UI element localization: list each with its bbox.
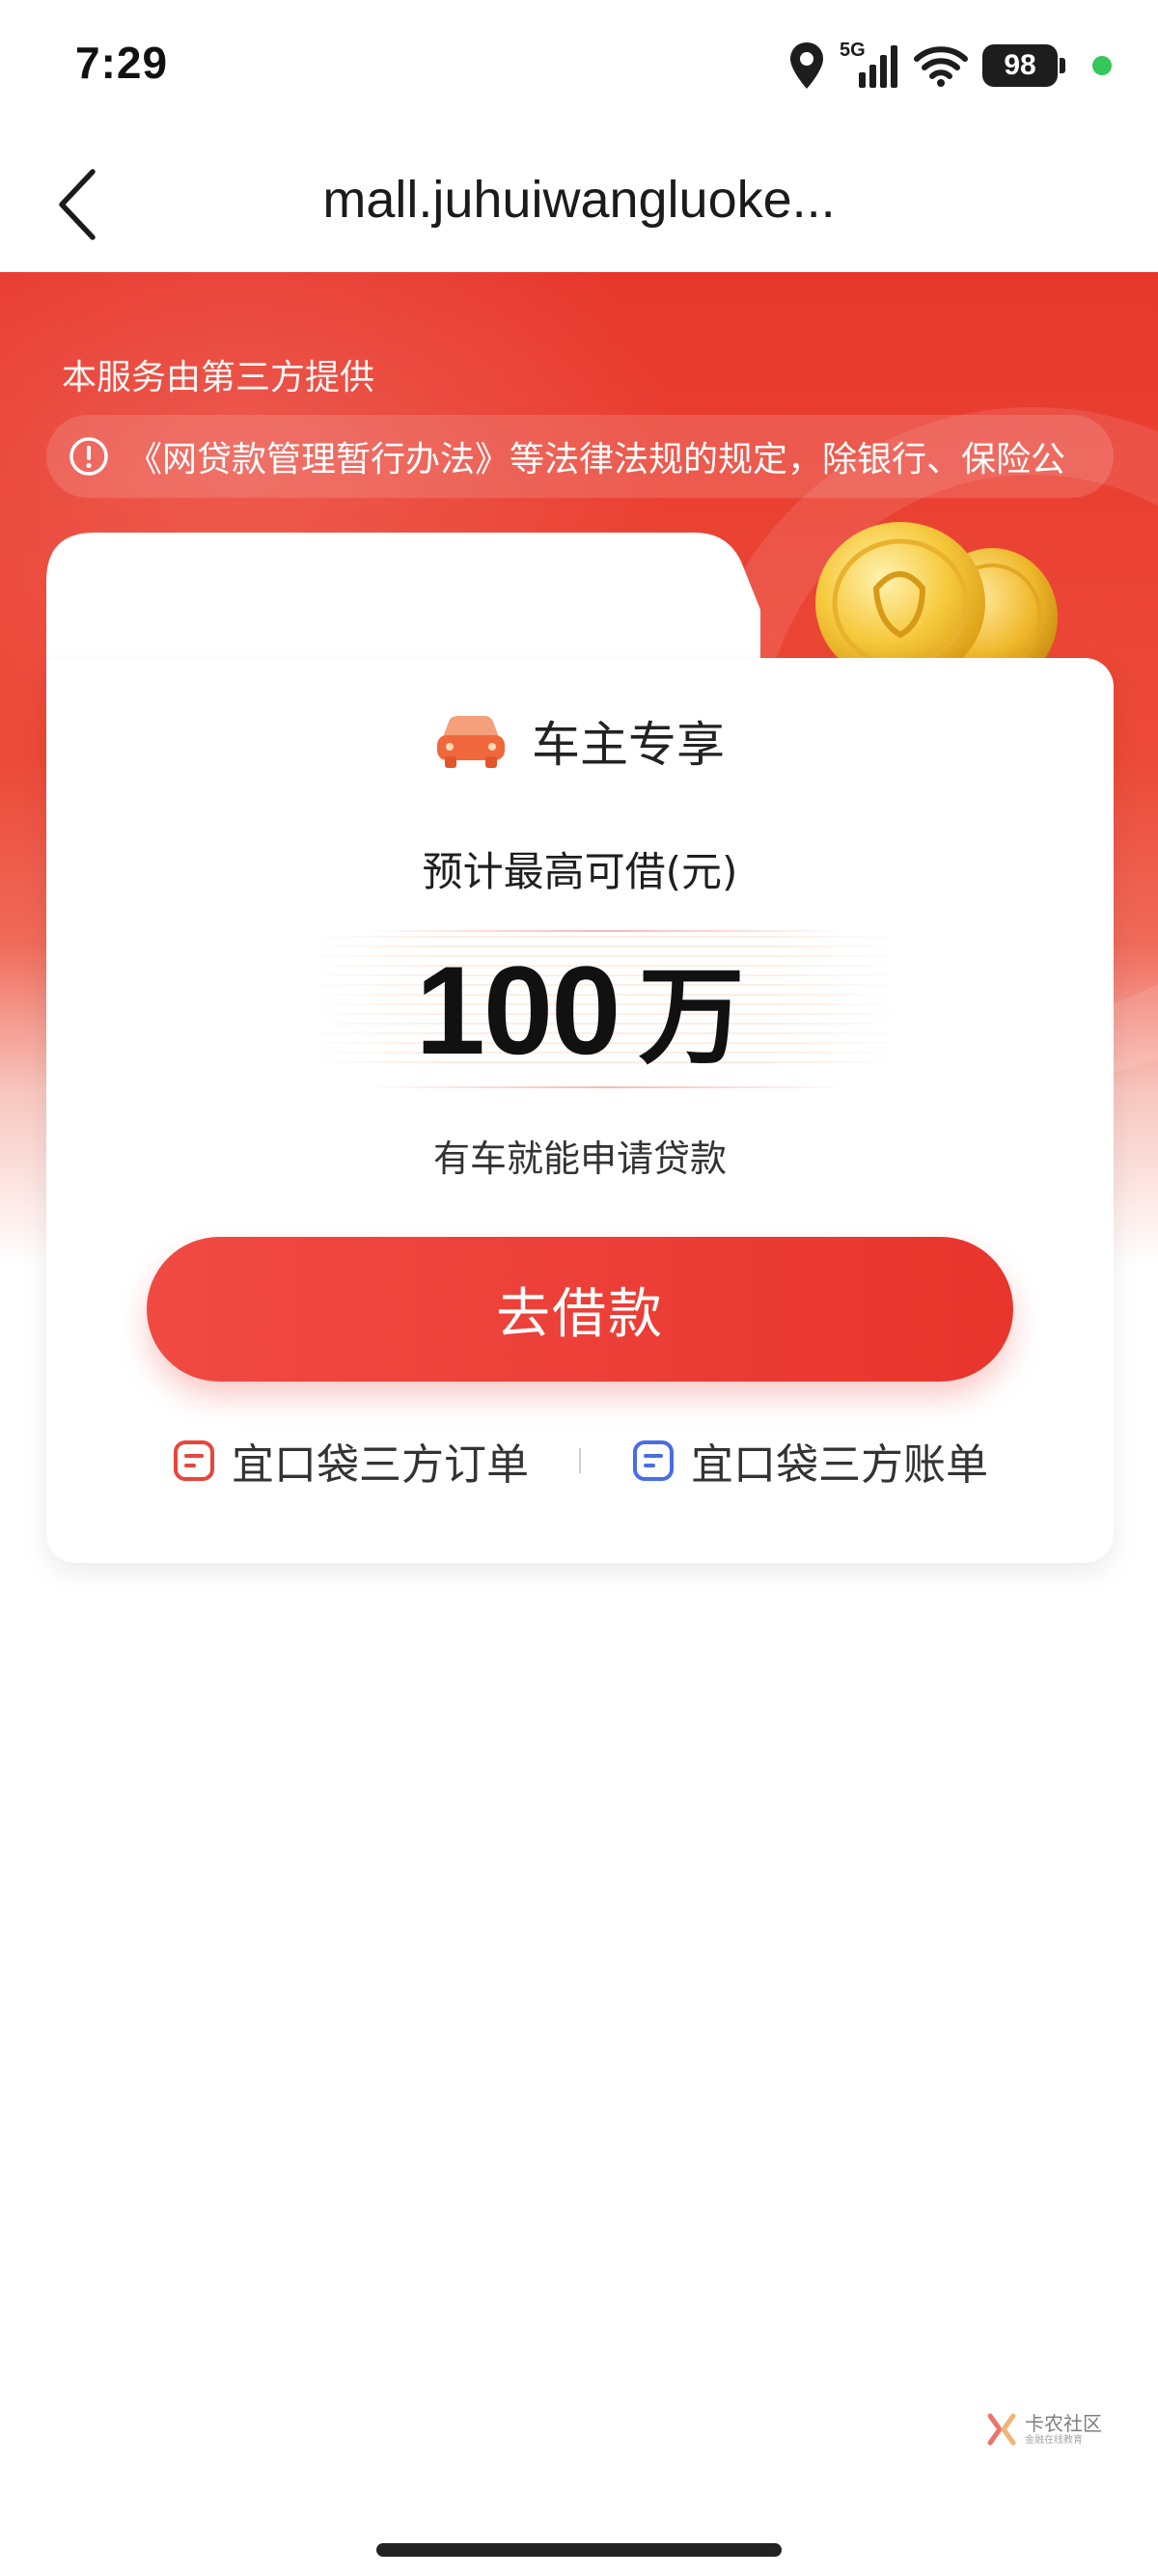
third-party-order-link[interactable]: 宜口袋三方订单 <box>172 1430 529 1492</box>
notice-marquee[interactable]: 《网贷款管理暂行办法》等法律法规的规定，除银行、保险公 <box>46 415 1114 498</box>
chevron-left-icon <box>59 169 96 240</box>
car-icon <box>437 716 505 768</box>
location-icon <box>790 42 823 89</box>
battery-level: 98 <box>1004 49 1036 81</box>
borrow-button-label: 去借款 <box>496 1282 664 1346</box>
loan-limit-label: 预计最高可借(元) <box>422 848 738 895</box>
green-dot-indicator <box>1092 56 1112 75</box>
back-button[interactable] <box>39 164 116 245</box>
loan-amount: 100 万 <box>46 930 1114 1084</box>
third-party-bill-label: 宜口袋三方账单 <box>691 1440 988 1490</box>
provider-note: 本服务由第三方提供 <box>62 358 375 397</box>
nav-bar: mall.juhuiwangluoke... <box>0 135 1158 272</box>
card-header: 车主专享 <box>46 706 1114 776</box>
wifi-icon <box>914 46 968 87</box>
status-time: 7:29 <box>75 38 169 88</box>
loan-card: 车主专享 预计最高可借(元) 100 万 有车就能申请贷款 去借款 宜口袋三方订… <box>46 658 1114 1563</box>
third-party-bill-link[interactable]: 宜口袋三方账单 <box>631 1430 988 1492</box>
third-party-links: 宜口袋三方订单 宜口袋三方账单 <box>46 1430 1114 1492</box>
watermark-sub: 金融在线教育 <box>1025 2434 1083 2446</box>
status-bar: 7:29 5G 98 <box>0 0 1158 135</box>
cellular-signal-icon: 5G <box>840 40 899 90</box>
home-indicator[interactable] <box>376 2543 782 2557</box>
loan-amount-number: 100 <box>415 940 621 1081</box>
borrow-button[interactable]: 去借款 <box>147 1237 1013 1382</box>
watermark: 卡农社区 金融在线教育 <box>984 2412 1102 2447</box>
card-header-label: 车主专享 <box>532 717 725 773</box>
third-party-order-label: 宜口袋三方订单 <box>232 1440 529 1490</box>
loan-subtitle: 有车就能申请贷款 <box>432 1137 727 1180</box>
status-icons: 5G 98 <box>787 39 1112 93</box>
bill-doc-icon <box>633 1440 674 1481</box>
info-circle-icon <box>69 437 108 476</box>
link-divider <box>579 1448 581 1473</box>
notice-text: 《网贷款管理暂行办法》等法律法规的规定，除银行、保险公 <box>127 440 1066 480</box>
watermark-main: 卡农社区 <box>1025 2411 1102 2435</box>
page-title: mall.juhuiwangluoke... <box>322 171 836 229</box>
battery-icon: 98 <box>982 44 1065 87</box>
order-doc-icon <box>174 1440 214 1481</box>
loan-amount-unit: 万 <box>638 955 745 1079</box>
amount-divider-bottom <box>365 1086 847 1088</box>
kanong-logo-icon <box>987 2413 1016 2446</box>
